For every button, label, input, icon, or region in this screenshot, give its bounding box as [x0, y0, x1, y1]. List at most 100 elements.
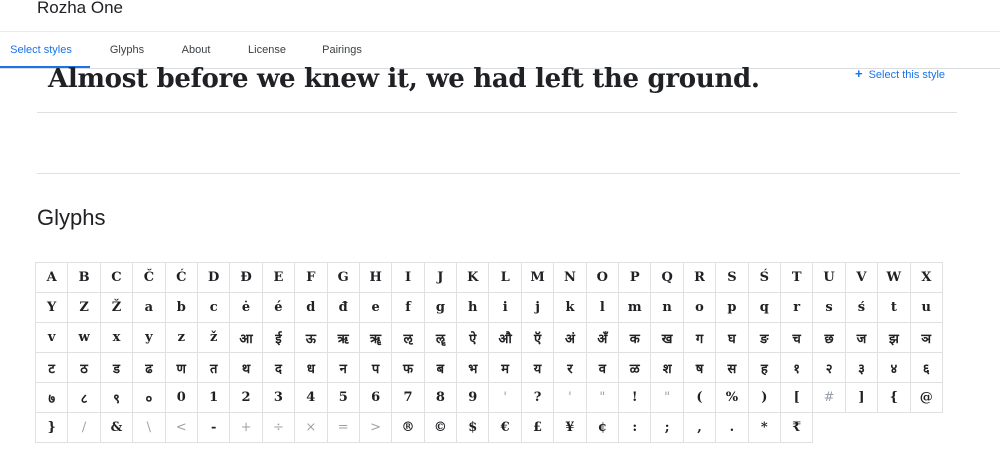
glyph-cell[interactable]: ई [262, 323, 296, 353]
glyph-cell[interactable]: ह [748, 353, 781, 383]
glyph-cell[interactable]: व [586, 353, 620, 383]
glyph-cell[interactable]: न [327, 353, 360, 383]
glyph-cell[interactable]: m [619, 293, 652, 323]
glyph-cell[interactable]: ढ [133, 353, 166, 383]
glyph-cell[interactable]: g [424, 293, 458, 323]
glyph-cell[interactable]: अँ [586, 323, 620, 353]
glyph-cell[interactable]: 1 [197, 383, 231, 413]
glyph-cell[interactable]: d [295, 293, 328, 323]
glyph-cell[interactable]: Ž [100, 293, 134, 323]
glyph-cell[interactable]: z [165, 323, 198, 353]
glyph-cell[interactable]: [ [780, 383, 814, 413]
glyph-cell[interactable]: U [813, 263, 846, 293]
tab-select-styles[interactable]: Select styles [0, 32, 82, 68]
glyph-cell[interactable]: , [683, 413, 717, 443]
glyph-cell[interactable]: A [36, 263, 69, 293]
glyph-cell[interactable]: ३ [845, 353, 879, 383]
glyph-cell[interactable]: N [554, 263, 587, 293]
tab-license[interactable]: License [238, 32, 296, 68]
glyph-cell[interactable]: w [68, 323, 101, 353]
glyph-cell[interactable]: औ [489, 323, 522, 353]
glyph-cell[interactable]: ( [683, 383, 717, 413]
glyph-cell[interactable]: त [197, 353, 231, 383]
glyph-cell[interactable]: k [554, 293, 587, 323]
tab-pairings[interactable]: Pairings [314, 32, 370, 68]
glyph-cell[interactable]: H [359, 263, 393, 293]
glyph-cell[interactable]: đ [327, 293, 360, 323]
glyph-cell[interactable]: Y [36, 293, 69, 323]
glyph-cell[interactable]: ७ [36, 383, 69, 413]
glyph-cell[interactable]: > [359, 413, 393, 443]
glyph-cell[interactable]: ऌ [392, 323, 425, 353]
glyph-cell[interactable]: 3 [262, 383, 296, 413]
glyph-cell[interactable]: * [748, 413, 781, 443]
glyph-cell[interactable]: १ [780, 353, 814, 383]
glyph-cell[interactable]: २ [813, 353, 846, 383]
glyph-cell[interactable]: ' [489, 383, 522, 413]
glyph-cell[interactable]: ÷ [262, 413, 296, 443]
glyph-cell[interactable]: { [878, 383, 911, 413]
glyph-cell[interactable]: ज [845, 323, 879, 353]
glyph-cell[interactable]: ठ [68, 353, 101, 383]
glyph-cell[interactable]: B [68, 263, 101, 293]
glyph-cell[interactable]: é [262, 293, 296, 323]
glyph-cell[interactable]: 0 [165, 383, 198, 413]
glyph-cell[interactable]: P [619, 263, 652, 293]
glyph-cell[interactable]: ₹ [780, 413, 814, 443]
glyph-cell[interactable]: Đ [230, 263, 263, 293]
glyph-cell[interactable]: ब [424, 353, 458, 383]
glyph-cell[interactable]: क [619, 323, 652, 353]
glyph-cell[interactable]: झ [878, 323, 911, 353]
glyph-cell[interactable]: f [392, 293, 425, 323]
glyph-cell[interactable]: . [716, 413, 749, 443]
glyph-cell[interactable]: ड [100, 353, 134, 383]
glyph-cell[interactable]: € [489, 413, 522, 443]
glyph-cell[interactable]: % [716, 383, 749, 413]
glyph-cell[interactable]: × [295, 413, 328, 443]
glyph-cell[interactable]: Ś [748, 263, 781, 293]
glyph-cell[interactable]: द [262, 353, 296, 383]
tab-glyphs[interactable]: Glyphs [100, 32, 154, 68]
glyph-cell[interactable]: : [619, 413, 652, 443]
glyph-cell[interactable]: ण [165, 353, 198, 383]
glyph-cell[interactable]: ख [651, 323, 684, 353]
glyph-cell[interactable]: " [651, 383, 684, 413]
glyph-cell[interactable]: V [845, 263, 879, 293]
glyph-cell[interactable]: a [133, 293, 166, 323]
glyph-cell[interactable]: ' [554, 383, 587, 413]
glyph-cell[interactable]: ¥ [554, 413, 587, 443]
glyph-cell[interactable]: © [424, 413, 458, 443]
glyph-cell[interactable]: ऐ [457, 323, 490, 353]
select-style-button[interactable]: + Select this style [855, 66, 945, 81]
glyph-cell[interactable]: h [457, 293, 490, 323]
glyph-cell[interactable]: < [165, 413, 198, 443]
glyph-cell[interactable]: C [100, 263, 134, 293]
glyph-cell[interactable]: र [554, 353, 587, 383]
glyph-cell[interactable]: ९ [100, 383, 134, 413]
glyph-cell[interactable]: 2 [230, 383, 263, 413]
glyph-cell[interactable]: - [197, 413, 231, 443]
glyph-cell[interactable]: ळ [619, 353, 652, 383]
glyph-cell[interactable]: थ [230, 353, 263, 383]
glyph-cell[interactable]: य [521, 353, 555, 383]
glyph-cell[interactable]: O [586, 263, 620, 293]
glyph-cell[interactable]: ¢ [586, 413, 620, 443]
glyph-cell[interactable]: t [878, 293, 911, 323]
glyph-cell[interactable]: भ [457, 353, 490, 383]
glyph-cell[interactable]: अं [554, 323, 587, 353]
glyph-cell[interactable]: n [651, 293, 684, 323]
glyph-cell[interactable]: ś [845, 293, 879, 323]
glyph-cell[interactable]: e [359, 293, 393, 323]
glyph-cell[interactable]: ; [651, 413, 684, 443]
glyph-cell[interactable]: j [521, 293, 555, 323]
glyph-cell[interactable]: ॡ [424, 323, 458, 353]
glyph-cell[interactable]: q [748, 293, 781, 323]
glyph-cell[interactable]: छ [813, 323, 846, 353]
glyph-cell[interactable]: } [36, 413, 69, 443]
glyph-cell[interactable]: ऊ [295, 323, 328, 353]
glyph-cell[interactable]: W [878, 263, 911, 293]
glyph-cell[interactable]: I [392, 263, 425, 293]
glyph-cell[interactable]: l [586, 293, 620, 323]
glyph-cell[interactable]: $ [457, 413, 490, 443]
glyph-cell[interactable]: ट [36, 353, 69, 383]
